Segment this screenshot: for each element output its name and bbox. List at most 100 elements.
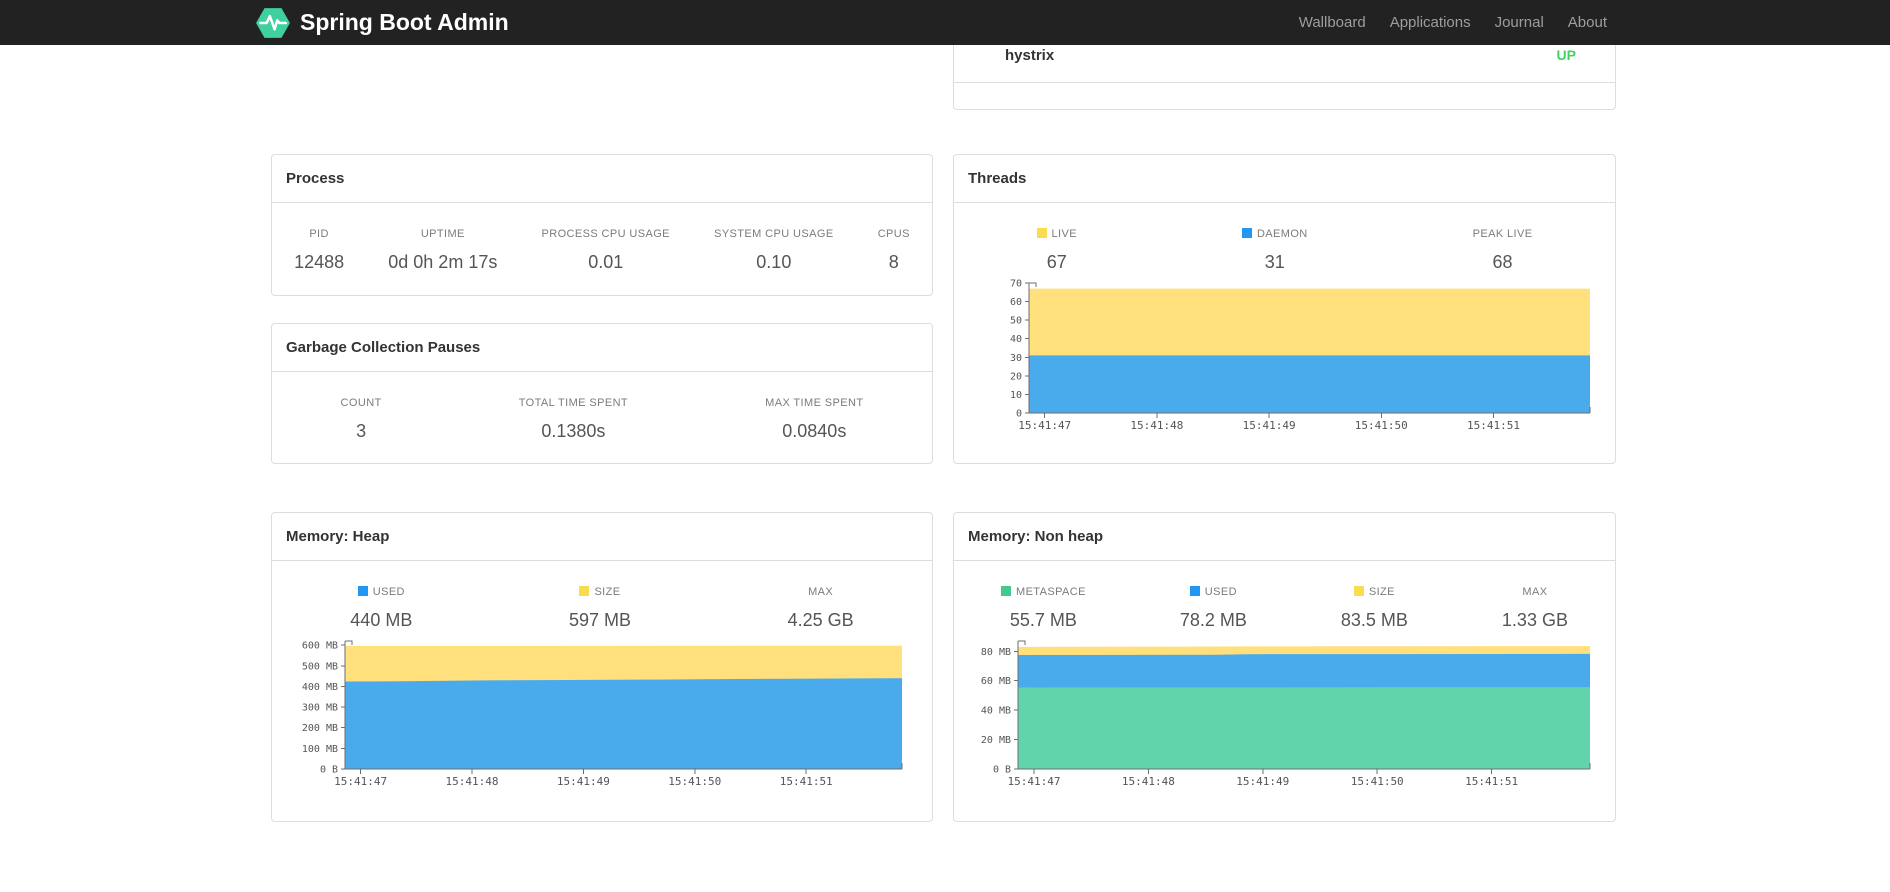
- stat-label: METASPACE: [1001, 586, 1086, 598]
- legend-size: SIZE 83.5 MB: [1341, 586, 1408, 631]
- nav-link-wallboard[interactable]: Wallboard: [1287, 14, 1378, 31]
- gc-stats: COUNT 3 TOTAL TIME SPENT 0.1380s MAX TIM…: [272, 372, 932, 442]
- nonheap-legend: METASPACE 55.7 MB USED 78.2 MB SIZE 83.5…: [954, 561, 1615, 631]
- stat-label: DAEMON: [1241, 228, 1308, 240]
- memory-heap-card: Memory: Heap USED 440 MB SIZE 597 MB MAX…: [271, 512, 933, 822]
- svg-text:10: 10: [1010, 390, 1022, 401]
- brand-link[interactable]: Spring Boot Admin: [255, 0, 509, 45]
- legend-live: LIVE 67: [1036, 228, 1077, 273]
- svg-text:0: 0: [1016, 409, 1022, 420]
- stat-label: PID: [309, 228, 329, 240]
- svg-text:15:41:48: 15:41:48: [1122, 775, 1175, 788]
- stat-value: 31: [1264, 252, 1285, 272]
- threads-legend: LIVE 67 DAEMON 31 PEAK LIVE 68: [954, 203, 1615, 273]
- gc-pauses-card: Garbage Collection Pauses COUNT 3 TOTAL …: [271, 323, 933, 464]
- stat-value: 440 MB: [350, 610, 413, 630]
- legend-peak-live: PEAK LIVE 68: [1473, 228, 1533, 273]
- stat-value: 0.01: [588, 252, 624, 272]
- nav-link-applications[interactable]: Applications: [1378, 14, 1483, 31]
- legend-daemon: DAEMON 31: [1241, 228, 1308, 273]
- svg-text:60: 60: [1010, 297, 1022, 308]
- legend-used: USED 78.2 MB: [1180, 586, 1247, 631]
- svg-text:200 MB: 200 MB: [302, 723, 338, 734]
- svg-text:15:41:51: 15:41:51: [1467, 419, 1520, 432]
- svg-text:40 MB: 40 MB: [981, 706, 1011, 717]
- stat-label: MAX TIME SPENT: [765, 397, 864, 409]
- memory-heap-chart: 0 B 100 MB 200 MB 300 MB 400 MB 500 MB 600 MB 1…: [302, 640, 903, 788]
- memory-nonheap-card: Memory: Non heap METASPACE 55.7 MB USED …: [953, 512, 1616, 822]
- memory-nonheap-chart: 0 B 20 MB 40 MB 60 MB 80 MB 15:41:47 15:41:48 1…: [981, 640, 1591, 788]
- svg-text:15:41:50: 15:41:50: [668, 775, 721, 788]
- stat-gc-max-time: MAX TIME SPENT 0.0840s: [765, 397, 863, 442]
- svg-text:0 B: 0 B: [993, 765, 1011, 776]
- process-card-title: Process: [272, 155, 932, 203]
- stat-label: TOTAL TIME SPENT: [518, 397, 629, 409]
- size-swatch-icon: [1353, 586, 1364, 596]
- nav-link-about[interactable]: About: [1556, 14, 1619, 31]
- heap-card-title: Memory: Heap: [272, 513, 932, 561]
- stat-value: 1.33 GB: [1501, 610, 1568, 630]
- spring-boot-admin-logo-icon: [255, 5, 291, 41]
- stat-value: 0d 0h 2m 17s: [388, 252, 498, 272]
- live-swatch-icon: [1036, 228, 1047, 238]
- legend-max: MAX 4.25 GB: [788, 586, 854, 631]
- stat-uptime: UPTIME 0d 0h 2m 17s: [388, 228, 497, 273]
- svg-text:20 MB: 20 MB: [981, 735, 1011, 746]
- stat-value: 12488: [294, 252, 345, 272]
- legend-size: SIZE 597 MB: [569, 586, 631, 631]
- daemon-swatch-icon: [1241, 228, 1252, 238]
- stat-label: SYSTEM CPU USAGE: [714, 228, 834, 240]
- svg-text:500 MB: 500 MB: [302, 661, 338, 672]
- stat-label: SIZE: [1341, 586, 1408, 598]
- svg-text:15:41:48: 15:41:48: [446, 775, 499, 788]
- legend-max: MAX 1.33 GB: [1502, 586, 1568, 631]
- status-badge: UP: [1556, 47, 1576, 63]
- nonheap-card-title: Memory: Non heap: [954, 513, 1615, 561]
- legend-used: USED 440 MB: [350, 586, 412, 631]
- svg-text:40: 40: [1010, 334, 1022, 345]
- used-swatch-icon: [357, 586, 368, 596]
- svg-text:60 MB: 60 MB: [981, 676, 1011, 687]
- svg-text:15:41:50: 15:41:50: [1351, 775, 1404, 788]
- svg-text:600 MB: 600 MB: [302, 641, 338, 652]
- stat-value: 68: [1492, 252, 1513, 272]
- process-card: Process PID 12488 UPTIME 0d 0h 2m 17s PR…: [271, 154, 933, 296]
- svg-text:15:41:47: 15:41:47: [1008, 775, 1061, 788]
- metaspace-swatch-icon: [1001, 586, 1011, 596]
- application-row[interactable]: hystrix UP: [954, 45, 1615, 83]
- svg-text:300 MB: 300 MB: [302, 703, 338, 714]
- stat-label: MAX: [808, 586, 834, 598]
- nav-link-journal[interactable]: Journal: [1483, 14, 1556, 31]
- applications-status-card: hystrix UP: [953, 45, 1616, 110]
- threads-card-title: Threads: [954, 155, 1615, 203]
- svg-text:15:41:49: 15:41:49: [1243, 419, 1296, 432]
- stat-value: 83.5 MB: [1340, 610, 1408, 630]
- svg-text:100 MB: 100 MB: [302, 744, 338, 755]
- svg-text:15:41:47: 15:41:47: [334, 775, 387, 788]
- svg-text:30: 30: [1010, 353, 1022, 364]
- stat-label: USED: [1180, 586, 1247, 598]
- navbar: Spring Boot Admin Wallboard Applications…: [0, 0, 1890, 45]
- svg-text:80 MB: 80 MB: [981, 647, 1011, 658]
- legend-metaspace: METASPACE 55.7 MB: [1001, 586, 1086, 631]
- threads-chart: 0 10 20 30 40 50 60 70 15:41:47 15:41:48 15:41:49 1…: [1010, 279, 1591, 432]
- stat-system-cpu-usage: SYSTEM CPU USAGE 0.10: [714, 228, 833, 273]
- heap-legend: USED 440 MB SIZE 597 MB MAX 4.25 GB: [272, 561, 932, 631]
- svg-text:400 MB: 400 MB: [302, 682, 338, 693]
- gc-card-title: Garbage Collection Pauses: [272, 324, 932, 372]
- stat-label: PEAK LIVE: [1472, 228, 1533, 240]
- stat-label: CPUS: [877, 228, 910, 240]
- svg-text:15:41:49: 15:41:49: [557, 775, 610, 788]
- stat-cpus: CPUS 8: [878, 228, 910, 273]
- used-swatch-icon: [1189, 586, 1200, 596]
- process-stats: PID 12488 UPTIME 0d 0h 2m 17s PROCESS CP…: [272, 203, 932, 273]
- size-swatch-icon: [579, 586, 590, 596]
- stat-label: SIZE: [569, 586, 631, 598]
- stat-label: MAX: [1522, 586, 1548, 598]
- svg-text:20: 20: [1010, 371, 1022, 382]
- svg-text:50: 50: [1010, 316, 1022, 327]
- stat-gc-total-time: TOTAL TIME SPENT 0.1380s: [519, 397, 628, 442]
- brand-title: Spring Boot Admin: [300, 9, 509, 35]
- svg-text:0 B: 0 B: [320, 765, 338, 776]
- stat-label: LIVE: [1036, 228, 1077, 240]
